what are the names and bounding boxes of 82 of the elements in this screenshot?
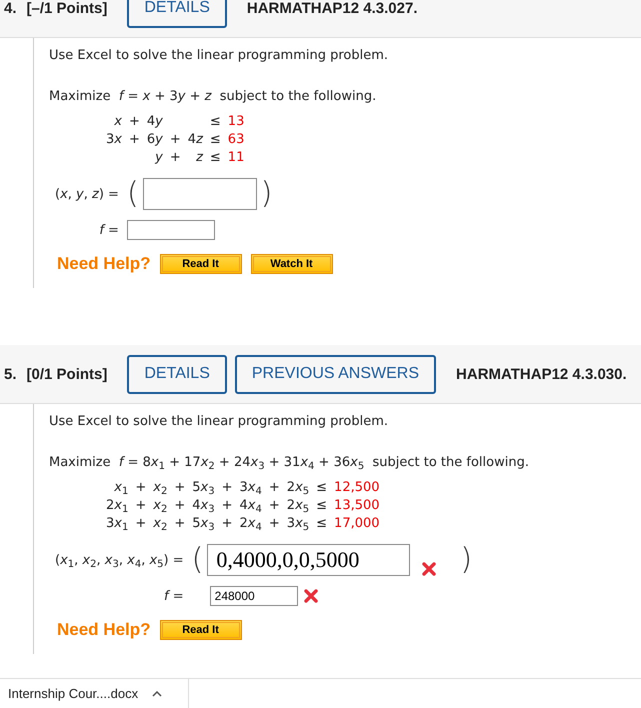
problem-code: HARMATHAP12 4.3.027. [246, 0, 418, 16]
answer-field[interactable] [126, 220, 215, 240]
constraint-term: 5x$_{3}$ [192, 480, 215, 494]
constraint-term: 2x$_{5}$ [286, 498, 310, 512]
problem-code: HARMATHAP12 4.3.030. [456, 366, 627, 382]
constraint-term: 3x [106, 132, 122, 146]
inequality-sign: ≤ [210, 150, 221, 164]
constraint-term: 2x$_{4}$ [240, 516, 262, 530]
constraint-term: x$_{1}$ [113, 480, 128, 494]
operator: + [268, 480, 280, 494]
answer-label: (x, y, z) = [54, 186, 119, 202]
header-button[interactable]: DETAILS [127, 354, 227, 394]
constraint-term: 6y [146, 132, 163, 146]
constraint-value: 13,500 [334, 498, 380, 512]
operator: + [170, 150, 181, 164]
constraint-term: y [154, 150, 163, 164]
operator: + [170, 132, 181, 146]
constraint-term: 3x$_{5}$ [286, 516, 310, 530]
constraint-term: 4y [146, 114, 163, 128]
bracket: ) [260, 179, 272, 209]
constraint-term: 4z [188, 132, 203, 146]
operator: + [268, 498, 280, 512]
operator: + [128, 114, 140, 128]
constraint-term: x$_{2}$ [153, 480, 168, 494]
inequality-sign: ≤ [316, 498, 328, 512]
constraint-term: 2x$_{1}$ [106, 498, 128, 512]
instruction-text: Use Excel to solve the linear programming problem. [49, 414, 390, 429]
constraint-value: 17,000 [334, 516, 380, 530]
constraint-term: 4x$_{3}$ [192, 498, 215, 512]
answer-field[interactable] [142, 178, 257, 210]
constraint-value: 13 [228, 114, 244, 128]
header-button[interactable]: PREVIOUS ANSWERS [234, 354, 436, 394]
constraint-term: x$_{2}$ [153, 498, 168, 512]
question-number: 5. [4, 366, 17, 382]
operator: + [135, 516, 146, 530]
bracket: ) [460, 545, 472, 575]
objective-text: Maximize f = 8x$_{1}$ + 17x$_{2}$ + 24x$_{3}$ + 31x$_{4}$ + 36x$_{5}$ subject to the following. [49, 455, 530, 470]
operator: + [222, 480, 233, 494]
points-label: [–/1 Points] [26, 0, 108, 16]
inequality-sign: ≤ [316, 516, 328, 530]
constraint-term: 5x$_{3}$ [192, 516, 215, 530]
constraint-term: 3x$_{4}$ [240, 480, 262, 494]
operator: + [222, 498, 233, 512]
constraint-term: x$_{2}$ [153, 516, 168, 530]
answer-label: (x$_{1}$, x$_{2}$, x$_{3}$, x$_{4}$, x$_{5}$) = [54, 552, 184, 568]
operator: + [135, 498, 146, 512]
need-help-label: Need Help? [57, 254, 151, 274]
operator: + [174, 516, 186, 530]
answer-label: f = [163, 588, 184, 604]
need-help-label: Need Help? [57, 620, 151, 640]
operator: + [268, 516, 280, 530]
constraint-term: x [113, 114, 122, 128]
answer-field[interactable]: 0,4000,0,0,5000 [207, 544, 410, 576]
objective-text: Maximize f = x + 3y + z subject to the following. [49, 89, 378, 104]
bracket: ( [126, 179, 139, 209]
inequality-sign: ≤ [210, 114, 221, 128]
help-button[interactable]: Watch It [250, 254, 333, 274]
constraint-term: 3x$_{1}$ [106, 516, 128, 530]
operator: + [135, 480, 146, 494]
points-label: [0/1 Points] [26, 366, 108, 382]
inequality-sign: ≤ [210, 132, 221, 146]
inequality-sign: ≤ [316, 480, 328, 494]
question-number: 4. [4, 0, 17, 16]
instruction-text: Use Excel to solve the linear programming problem. [49, 48, 390, 63]
operator: + [128, 132, 140, 146]
constraint-value: 63 [228, 132, 244, 146]
chevron-up-icon[interactable] [152, 690, 162, 696]
constraint-term: 2x$_{5}$ [286, 480, 310, 494]
constraint-term: 4x$_{4}$ [240, 498, 262, 512]
constraint-term: z [195, 150, 203, 164]
constraint-value: 12,500 [334, 480, 380, 494]
help-button[interactable]: Read It [160, 254, 242, 274]
operator: + [174, 480, 186, 494]
help-button[interactable]: Read It [160, 620, 242, 640]
header-button[interactable]: DETAILS [127, 0, 227, 28]
operator: + [222, 516, 233, 530]
operator: + [174, 498, 186, 512]
answer-label: f = [98, 222, 119, 238]
constraint-value: 11 [228, 150, 244, 164]
answer-field[interactable]: 248000 [210, 586, 298, 606]
bracket: ( [192, 545, 204, 575]
download-file-name[interactable]: Internship Cour....docx [8, 686, 138, 701]
